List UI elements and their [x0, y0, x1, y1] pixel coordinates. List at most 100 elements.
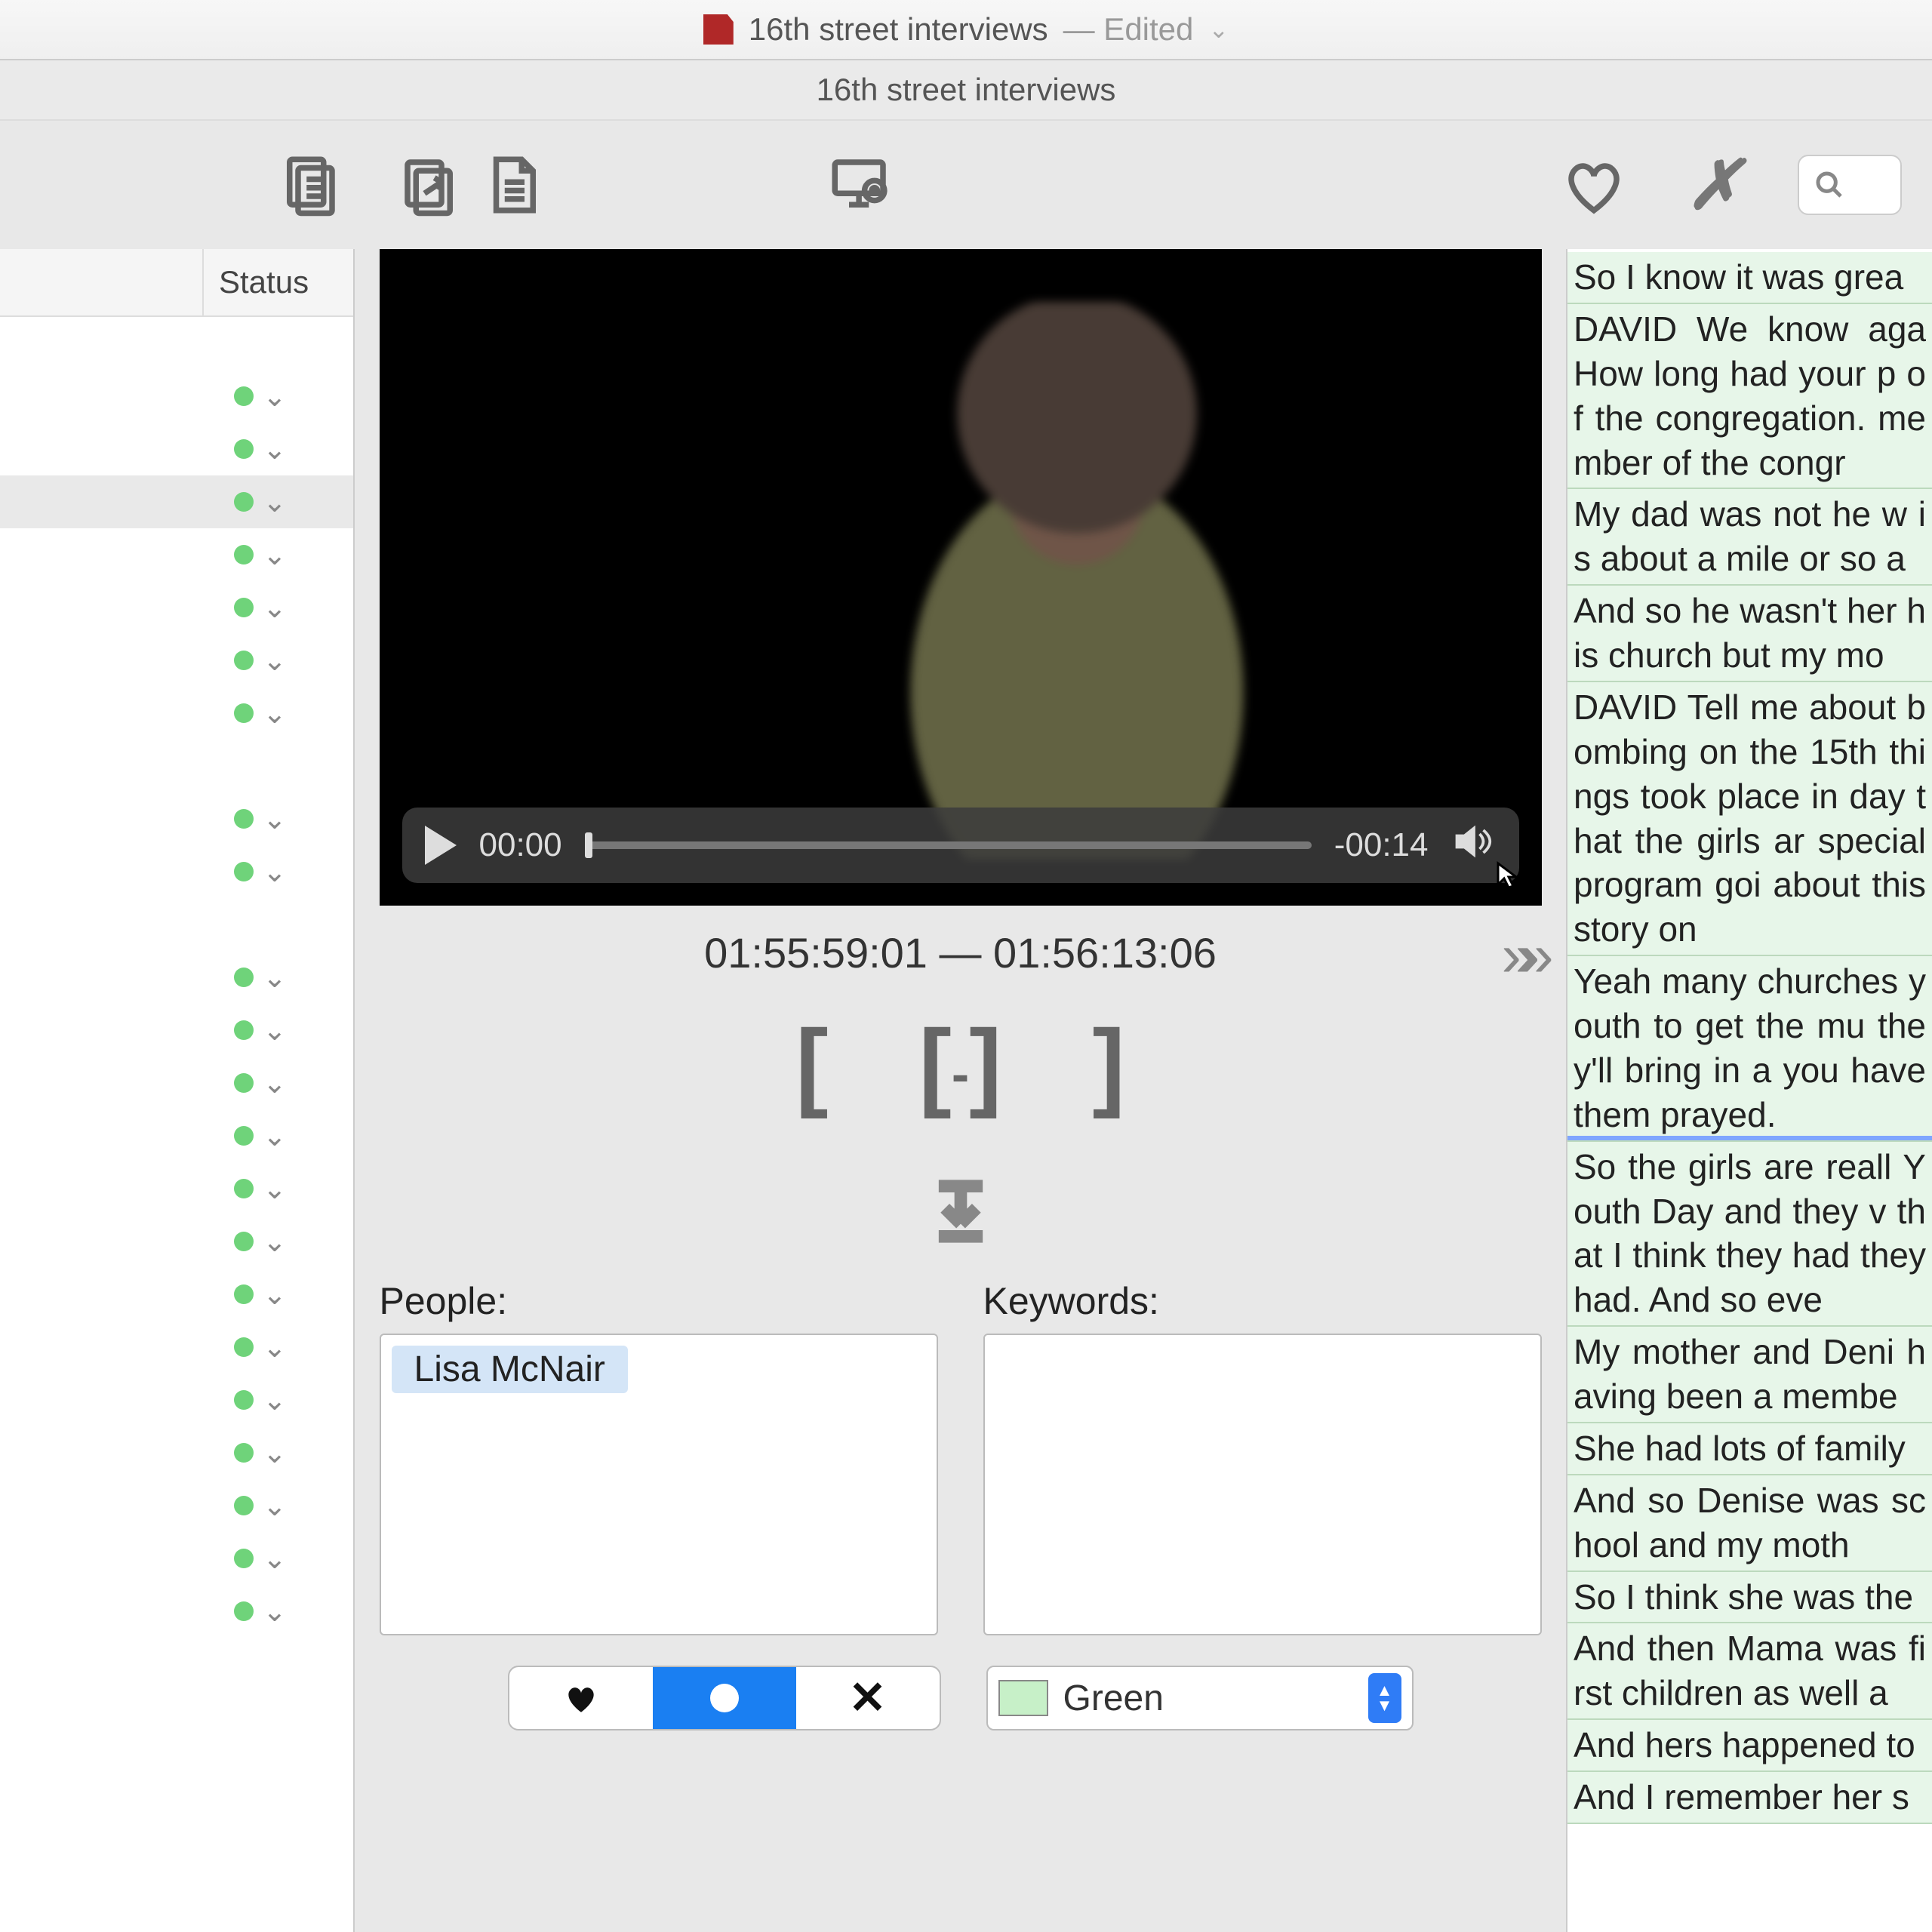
transcript-paragraph[interactable]: My mother and Deni having been a membe	[1567, 1327, 1932, 1423]
document-icon[interactable]	[475, 147, 551, 223]
chevron-down-icon[interactable]: ⌄	[263, 855, 287, 889]
mouse-cursor-icon	[1495, 860, 1525, 891]
transcript-paragraph[interactable]: And so he wasn't her his church but my m…	[1567, 586, 1932, 682]
sidebar-row[interactable]: ⌄	[0, 1585, 353, 1638]
play-button[interactable]	[425, 826, 457, 865]
color-swatch-icon	[998, 1680, 1048, 1716]
sidebar-row[interactable]: ⌄	[0, 1268, 353, 1321]
documents-icon[interactable]	[272, 147, 347, 223]
sidebar-name-column[interactable]	[0, 249, 204, 315]
status-dot-icon	[234, 1390, 254, 1410]
chevron-down-icon[interactable]: ⌄	[263, 1331, 287, 1364]
chevron-down-icon[interactable]: ⌄	[263, 380, 287, 414]
person-token[interactable]: Lisa McNair	[392, 1346, 628, 1393]
status-dot-icon	[234, 968, 254, 987]
status-dot-icon	[234, 545, 254, 565]
chevron-down-icon[interactable]: ⌄	[263, 1119, 287, 1153]
chevron-down-icon[interactable]: ⌄	[263, 538, 287, 572]
transcript-paragraph[interactable]: My dad was not he w is about a mile or s…	[1567, 489, 1932, 586]
transcript-paragraph[interactable]: So the girls are reall Youth Day and the…	[1567, 1142, 1932, 1327]
people-field[interactable]: Lisa McNair	[380, 1334, 938, 1635]
mark-in-button[interactable]: [	[795, 1008, 828, 1121]
neutral-segment[interactable]	[653, 1667, 796, 1729]
transcript-paragraph[interactable]: And hers happened to	[1567, 1720, 1932, 1772]
sidebar-row[interactable]: ⌄	[0, 1426, 353, 1479]
transcript-paragraph[interactable]: DAVID Tell me about bombing on the 15th …	[1567, 682, 1932, 956]
chevron-down-icon[interactable]: ⌄	[263, 1225, 287, 1259]
transcript-paragraph[interactable]: Yeah many churches youth to get the mu t…	[1567, 956, 1932, 1142]
sidebar-row[interactable]: ⌄	[0, 423, 353, 475]
video-preview[interactable]: 00:00 -00:14	[380, 249, 1542, 906]
transcript-paragraph[interactable]: DAVID We know aga How long had your p of…	[1567, 304, 1932, 490]
clips-sidebar: Status ⌄ ⌄ ⌄ ⌄ ⌄ ⌄ ⌄ ⌄ ⌄ ⌄ ⌄ ⌄ ⌄ ⌄ ⌄ ⌄ ⌄ ⌄ ⌄ ⌄ ⌄ ⌄	[0, 249, 355, 1932]
volume-icon[interactable]	[1451, 819, 1497, 872]
sidebar-row[interactable]: ⌄	[0, 1374, 353, 1426]
favorite-segment[interactable]	[509, 1667, 653, 1729]
sidebar-row[interactable]: ⌄	[0, 1057, 353, 1109]
chevron-down-icon[interactable]: ⌄	[263, 1172, 287, 1206]
search-field[interactable]	[1855, 169, 1885, 202]
transcript-paragraph[interactable]: And then Mama was first children as well…	[1567, 1623, 1932, 1720]
chevron-down-icon[interactable]: ⌄	[263, 1542, 287, 1576]
chevron-down-icon[interactable]: ⌄	[263, 1595, 287, 1629]
reject-x-icon[interactable]: ✗	[1677, 147, 1752, 223]
chevron-down-icon[interactable]: ⌄	[263, 697, 287, 731]
sidebar-row[interactable]: ⌄	[0, 370, 353, 423]
color-label-select[interactable]: Green ▲▼	[986, 1666, 1414, 1730]
sidebar-row[interactable]: ⌄	[0, 1109, 353, 1162]
sidebar-row[interactable]: ⌄	[0, 1321, 353, 1374]
search-input[interactable]	[1798, 155, 1902, 215]
keywords-field[interactable]	[983, 1334, 1542, 1635]
chevron-down-icon[interactable]: ⌄	[263, 1014, 287, 1048]
sidebar-list[interactable]: ⌄ ⌄ ⌄ ⌄ ⌄ ⌄ ⌄ ⌄ ⌄ ⌄ ⌄ ⌄ ⌄ ⌄ ⌄ ⌄ ⌄ ⌄ ⌄ ⌄ ⌄ ⌄	[0, 317, 353, 1932]
chevron-down-icon[interactable]: ⌄	[263, 485, 287, 519]
chevron-down-icon[interactable]: ⌄	[263, 1436, 287, 1470]
share-documents-icon[interactable]	[392, 147, 468, 223]
sidebar-row[interactable]: ⌄	[0, 687, 353, 740]
chevron-down-icon[interactable]: ⌄	[263, 961, 287, 995]
chevron-down-icon[interactable]: ⌄	[1208, 15, 1229, 44]
keywords-label: Keywords:	[983, 1279, 1542, 1323]
scrubber-track[interactable]	[585, 841, 1312, 849]
transcript-panel[interactable]: So I know it was greaDAVID We know aga H…	[1566, 249, 1932, 1932]
sidebar-row[interactable]: ⌄	[0, 1215, 353, 1268]
status-dot-icon	[234, 1073, 254, 1093]
download-marker-icon[interactable]	[923, 1174, 998, 1249]
transcript-paragraph[interactable]: And I remember her s	[1567, 1772, 1932, 1824]
chevron-down-icon[interactable]: ⌄	[263, 802, 287, 836]
stepper-arrows-icon[interactable]: ▲▼	[1368, 1673, 1401, 1723]
mark-out-button[interactable]: ]	[1092, 1008, 1124, 1121]
sidebar-row[interactable]: ⌄	[0, 528, 353, 581]
chevron-down-icon[interactable]: ⌄	[263, 432, 287, 466]
sidebar-row[interactable]: ⌄	[0, 1532, 353, 1585]
transcript-paragraph[interactable]: So I know it was grea	[1567, 252, 1932, 304]
chevron-down-icon[interactable]: ⌄	[263, 591, 287, 625]
monitor-settings-icon[interactable]	[823, 147, 898, 223]
sidebar-row[interactable]: ⌄	[0, 1004, 353, 1057]
edited-indicator: — Edited	[1063, 11, 1194, 48]
status-dot-icon	[234, 439, 254, 459]
chevron-down-icon[interactable]: ⌄	[263, 1278, 287, 1312]
sidebar-row[interactable]: ⌄	[0, 951, 353, 1004]
chevron-down-icon[interactable]: ⌄	[263, 1489, 287, 1523]
sidebar-row[interactable]: ⌄	[0, 475, 353, 528]
sidebar-row[interactable]: ⌄	[0, 845, 353, 898]
tab-title[interactable]: 16th street interviews	[817, 72, 1116, 108]
reject-segment[interactable]: ✕	[796, 1667, 940, 1729]
chevron-down-icon[interactable]: ⌄	[263, 1383, 287, 1417]
transcript-paragraph[interactable]: She had lots of family	[1567, 1423, 1932, 1475]
sidebar-row[interactable]: ⌄	[0, 634, 353, 687]
chevron-down-icon[interactable]: ⌄	[263, 644, 287, 678]
chevron-down-icon[interactable]: ⌄	[263, 1066, 287, 1100]
scrubber-thumb[interactable]	[585, 832, 592, 858]
split-clip-button[interactable]: [-]	[919, 1008, 1002, 1121]
sidebar-row[interactable]: ⌄	[0, 581, 353, 634]
fast-forward-icon[interactable]: »»	[1502, 921, 1539, 990]
favorite-heart-icon[interactable]	[1556, 147, 1632, 223]
sidebar-row[interactable]: ⌄	[0, 1479, 353, 1532]
transcript-paragraph[interactable]: And so Denise was school and my moth	[1567, 1475, 1932, 1572]
transcript-paragraph[interactable]: So I think she was the	[1567, 1572, 1932, 1624]
sidebar-row[interactable]: ⌄	[0, 1162, 353, 1215]
sidebar-row[interactable]: ⌄	[0, 792, 353, 845]
sidebar-status-column[interactable]: Status	[204, 264, 353, 300]
